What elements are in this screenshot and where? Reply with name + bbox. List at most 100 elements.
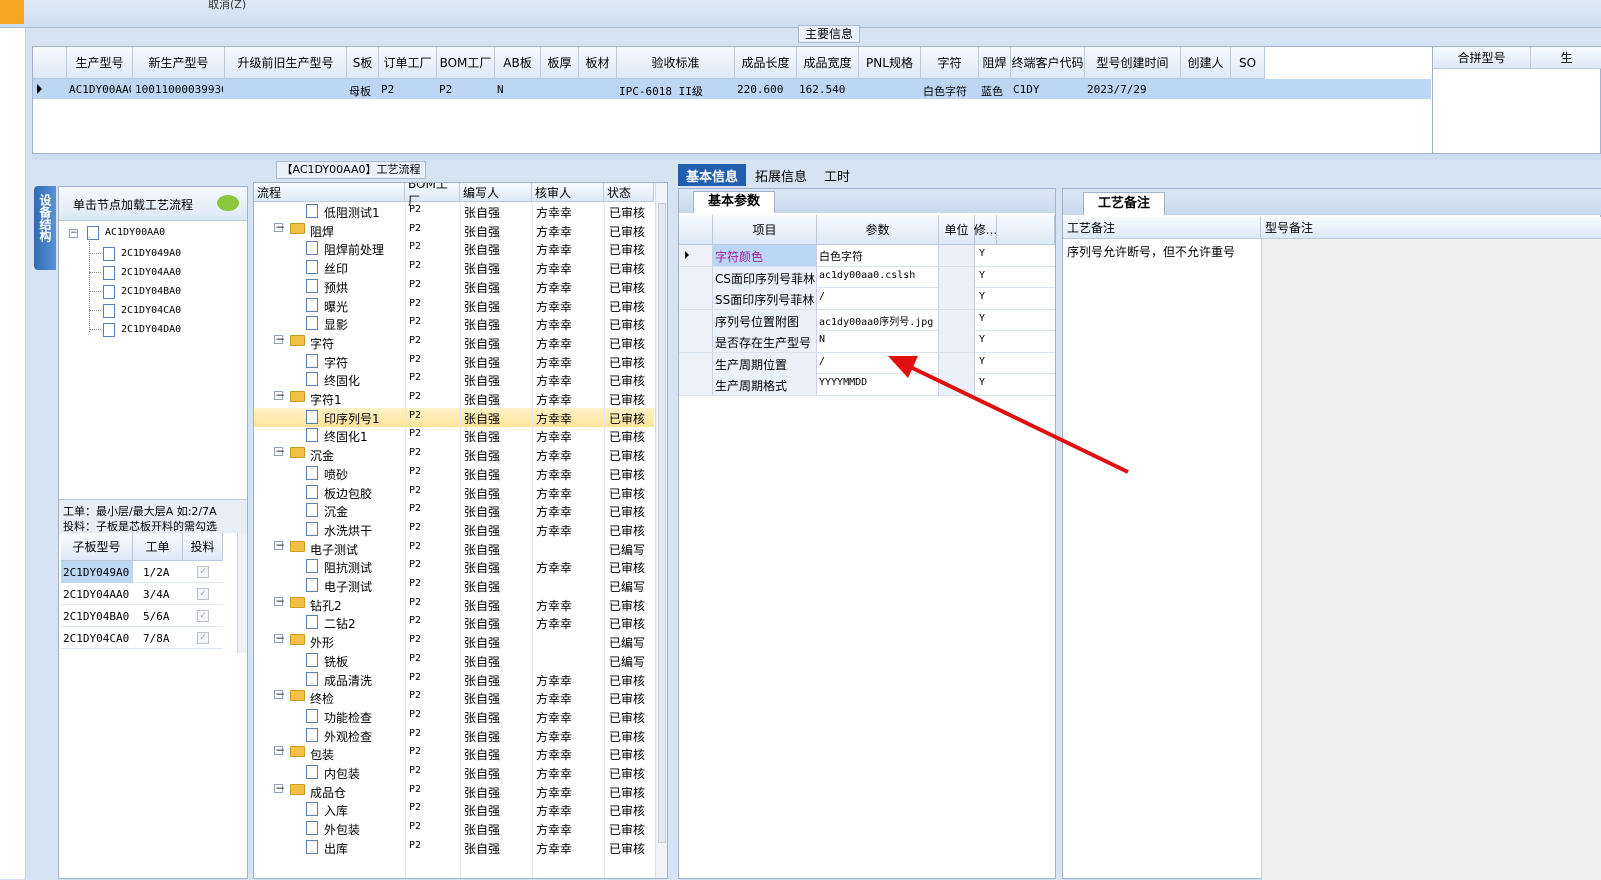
- param-row[interactable]: 序列号位置附图 ac1dy00aa0序列号.jpg Y: [679, 309, 1055, 331]
- flow-row[interactable]: − 电子测试 P2 张自强 已编写: [254, 539, 654, 558]
- tree-node[interactable]: 2C1DY04AA0: [121, 267, 181, 278]
- flow-header-0[interactable]: 流程: [254, 183, 405, 202]
- collapse-icon[interactable]: −: [274, 595, 285, 607]
- flow-row[interactable]: 喷砂 P2 张自强 方幸幸 已审核: [254, 464, 654, 483]
- collapse-icon[interactable]: −: [274, 445, 285, 457]
- flow-row[interactable]: 板边包胶 P2 张自强 方幸幸 已审核: [254, 483, 654, 502]
- param-value[interactable]: ac1dy00aa0序列号.jpg: [817, 309, 939, 331]
- row-selector[interactable]: [679, 245, 713, 266]
- flow-header-2[interactable]: 编写人: [460, 183, 532, 202]
- collapse-icon[interactable]: −: [274, 221, 285, 233]
- collapse-icon[interactable]: −: [274, 782, 285, 794]
- cancel-button[interactable]: 取消(Z): [208, 0, 246, 12]
- flow-row[interactable]: 低阻测试1 P2 张自强 方幸幸 已审核: [254, 202, 654, 221]
- param-row[interactable]: CS面印序列号菲林 ac1dy00aa0.cslsh Y: [679, 266, 1055, 288]
- flow-header-1[interactable]: BOM工厂: [405, 183, 460, 208]
- flow-row[interactable]: 铣板 P2 张自强 已编写: [254, 651, 654, 670]
- sub-board-order[interactable]: 7/8A: [143, 632, 170, 645]
- sub-board-row[interactable]: 2C1DY04AA0 3/4A ✓: [61, 583, 223, 605]
- flow-row[interactable]: 显影 P2 张自强 方幸幸 已审核: [254, 314, 654, 333]
- detail-tab-0[interactable]: 基本信息: [678, 164, 746, 186]
- param-header-1[interactable]: 参数: [817, 215, 939, 245]
- feed-checkbox[interactable]: ✓: [197, 632, 209, 644]
- flow-row[interactable]: − 外形 P2 张自强 已编写: [254, 632, 654, 651]
- flow-row[interactable]: 外观检查 P2 张自强 方幸幸 已审核: [254, 726, 654, 745]
- main-header-16[interactable]: 型号创建时间: [1085, 47, 1181, 79]
- row-selector[interactable]: [679, 288, 713, 309]
- param-row[interactable]: 字符颜色 白色字符 Y: [679, 245, 1055, 267]
- param-row[interactable]: SS面印序列号菲林 / Y: [679, 288, 1055, 310]
- main-header-7[interactable]: 板厚: [541, 47, 579, 79]
- main-header-8[interactable]: 板材: [579, 47, 617, 79]
- main-header-5[interactable]: BOM工厂: [437, 47, 495, 79]
- main-header-15[interactable]: 终端客户代码: [1011, 47, 1085, 79]
- main-header-4[interactable]: 订单工厂: [379, 47, 437, 79]
- main-header-11[interactable]: 成品宽度: [797, 47, 859, 79]
- row-selector[interactable]: [679, 331, 713, 352]
- flow-row[interactable]: − 终检 P2 张自强 方幸幸 已审核: [254, 688, 654, 707]
- flow-row[interactable]: 预烘 P2 张自强 方幸幸 已审核: [254, 277, 654, 296]
- remarks-tab[interactable]: 工艺备注: [1083, 192, 1165, 215]
- main-header-10[interactable]: 成品长度: [735, 47, 797, 79]
- model-remark-area[interactable]: [1261, 239, 1601, 880]
- main-header-6[interactable]: AB板: [495, 47, 541, 79]
- flow-row[interactable]: 丝印 P2 张自强 方幸幸 已审核: [254, 258, 654, 277]
- device-structure-tab[interactable]: 设备结构: [34, 186, 56, 270]
- feed-checkbox[interactable]: ✓: [197, 566, 209, 578]
- flow-row[interactable]: 沉金 P2 张自强 方幸幸 已审核: [254, 501, 654, 520]
- left-scrollbar[interactable]: [237, 533, 247, 653]
- collapse-icon[interactable]: −: [274, 333, 285, 345]
- collapse-icon[interactable]: −: [274, 688, 285, 700]
- feed-checkbox[interactable]: ✓: [197, 588, 209, 600]
- flow-row[interactable]: 字符 P2 张自强 方幸幸 已审核: [254, 352, 654, 371]
- feed-checkbox[interactable]: ✓: [197, 610, 209, 622]
- main-header-17[interactable]: 创建人: [1181, 47, 1231, 79]
- flow-row[interactable]: − 包装 P2 张自强 方幸幸 已审核: [254, 744, 654, 763]
- param-value[interactable]: /: [817, 288, 939, 309]
- tree-node[interactable]: 2C1DY04BA0: [121, 286, 181, 297]
- main-grid-row[interactable]: AC1DY00AA0 10011000039936 母板 P2 P2 N IPC-6018 …: [33, 79, 1431, 99]
- flow-row[interactable]: 阻焊前处理 P2 张自强 方幸幸 已审核: [254, 239, 654, 258]
- param-header-3[interactable]: 修...: [974, 215, 997, 245]
- flow-row[interactable]: 功能检查 P2 张自强 方幸幸 已审核: [254, 707, 654, 726]
- tree-node[interactable]: 2C1DY04DA0: [121, 324, 181, 335]
- main-header-1[interactable]: 新生产型号: [133, 47, 225, 79]
- flow-row[interactable]: 二钻2 P2 张自强 方幸幸 已审核: [254, 613, 654, 632]
- flow-row[interactable]: 成品清洗 P2 张自强 方幸幸 已审核: [254, 670, 654, 689]
- main-header-9[interactable]: 验收标准: [617, 47, 735, 79]
- main-header-18[interactable]: SO: [1231, 47, 1265, 79]
- flow-row[interactable]: 外包装 P2 张自强 方幸幸 已审核: [254, 819, 654, 838]
- sub-board-order[interactable]: 5/6A: [143, 610, 170, 623]
- collapse-icon[interactable]: −: [274, 632, 285, 644]
- basic-params-tab[interactable]: 基本参数: [693, 191, 775, 213]
- flow-row[interactable]: 出库 P2 张自强 方幸幸 已审核: [254, 838, 654, 857]
- collapse-icon[interactable]: −: [69, 229, 78, 238]
- sub-board-row[interactable]: 2C1DY04CA0 7/8A ✓: [61, 627, 223, 649]
- splitter[interactable]: [32, 154, 1601, 160]
- detail-tab-1[interactable]: 拓展信息: [748, 164, 814, 186]
- param-value[interactable]: 白色字符: [817, 245, 939, 266]
- main-header-3[interactable]: S板: [347, 47, 379, 79]
- flow-row[interactable]: 阻抗测试 P2 张自强 方幸幸 已审核: [254, 557, 654, 576]
- collapse-icon[interactable]: −: [274, 744, 285, 756]
- collapse-icon[interactable]: −: [274, 389, 285, 401]
- flow-row[interactable]: − 沉金 P2 张自强 方幸幸 已审核: [254, 445, 654, 464]
- row-selector[interactable]: [679, 309, 713, 331]
- row-selector[interactable]: [679, 266, 713, 288]
- flow-row[interactable]: − 字符 P2 张自强 方幸幸 已审核: [254, 333, 654, 352]
- tree-node[interactable]: 2C1DY04CA0: [121, 305, 181, 316]
- flow-row[interactable]: 水洗烘干 P2 张自强 方幸幸 已审核: [254, 520, 654, 539]
- hint-bar[interactable]: 单击节点加载工艺流程: [59, 187, 247, 221]
- flow-row[interactable]: 印序列号1 P2 张自强 方幸幸 已审核: [254, 407, 654, 427]
- sub-board-order[interactable]: 1/2A: [143, 566, 170, 579]
- detail-tab-2[interactable]: 工时: [816, 164, 858, 186]
- scroll-thumb[interactable]: [658, 203, 666, 843]
- flow-row[interactable]: 曝光 P2 张自强 方幸幸 已审核: [254, 296, 654, 315]
- flow-row[interactable]: − 成品仓 P2 张自强 方幸幸 已审核: [254, 782, 654, 801]
- flow-row[interactable]: − 钻孔2 P2 张自强 方幸幸 已审核: [254, 595, 654, 614]
- flow-row[interactable]: 终固化 P2 张自强 方幸幸 已审核: [254, 370, 654, 389]
- param-value[interactable]: ac1dy00aa0.cslsh: [817, 266, 939, 288]
- param-header-2[interactable]: 单位: [939, 215, 975, 245]
- flow-header-3[interactable]: 核审人: [532, 183, 604, 202]
- flow-scrollbar[interactable]: [655, 183, 667, 878]
